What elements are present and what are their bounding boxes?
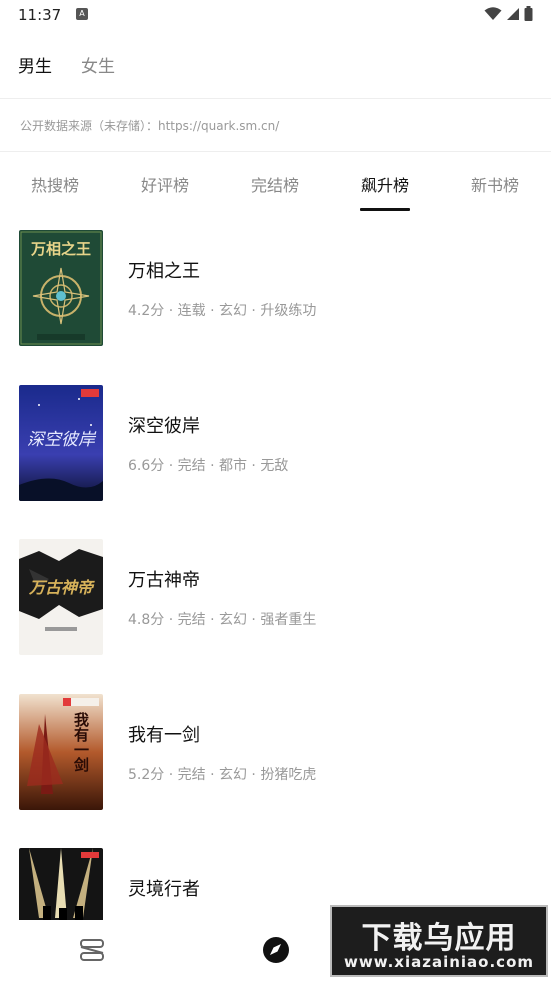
battery-icon <box>524 6 533 21</box>
book-cover: 万古神帝 <box>19 539 103 655</box>
tab-completed[interactable]: 完结榜 <box>235 172 315 196</box>
status-bar: 11:37 A <box>0 0 551 30</box>
book-title: 我有一剑 <box>128 725 200 746</box>
book-item[interactable]: 万古神帝 万古神帝 4.8分 · 完结 · 玄幻 · 强者重生 <box>0 521 551 675</box>
signal-icon <box>507 7 519 20</box>
watermark-url-text: www.xiazainiao.com <box>343 953 535 971</box>
data-source-note: 公开数据来源（未存储）：https://quark.sm.cn/ <box>20 119 280 133</box>
tab-new-books[interactable]: 新书榜 <box>455 172 535 196</box>
cover-title-text: 深空彼岸 <box>27 430 97 450</box>
book-meta: 6.6分 · 完结 · 都市 · 无敌 <box>128 458 289 474</box>
book-title: 灵境行者 <box>128 879 200 900</box>
book-meta: 4.8分 · 完结 · 玄幻 · 强者重生 <box>128 612 317 628</box>
book-item[interactable]: 深空彼岸 深空彼岸 6.6分 · 完结 · 都市 · 无敌 <box>0 367 551 521</box>
bookshelf-icon[interactable] <box>78 936 106 964</box>
book-item[interactable]: 我有一剑 我有一剑 5.2分 · 完结 · 玄幻 · 扮猪吃虎 <box>0 676 551 830</box>
tab-rising[interactable]: 飙升榜 <box>345 172 425 196</box>
cover-title-text: 万古神帝 <box>28 578 95 597</box>
book-cover: 万相之王 <box>19 230 103 346</box>
book-meta: 4.2分 · 连载 · 玄幻 · 升级练功 <box>128 303 317 319</box>
cover-title-text: 万相之王 <box>30 240 91 258</box>
app-notification-icon: A <box>76 8 88 20</box>
book-title: 万相之王 <box>128 261 200 282</box>
divider <box>0 98 551 99</box>
book-title: 深空彼岸 <box>128 416 200 437</box>
book-title: 万古神帝 <box>128 570 200 591</box>
ranking-tabs: 热搜榜 好评榜 完结榜 飙升榜 新书榜 <box>0 152 551 212</box>
tab-hot-search[interactable]: 热搜榜 <box>15 172 95 196</box>
book-cover: 我有一剑 <box>19 694 103 810</box>
book-item[interactable]: 万相之王 万相之王 4.2分 · 连载 · 玄幻 · 升级练功 <box>0 212 551 366</box>
status-time: 11:37 <box>18 6 62 24</box>
cover-title-text: 我有一剑 <box>72 711 90 773</box>
tab-male[interactable]: 男生 <box>18 52 52 77</box>
gender-tabs: 男生 女生 <box>0 40 551 90</box>
watermark-top-text: 下载乌应用 <box>361 921 517 956</box>
watermark-logo: 下载乌应用 www.xiazainiao.com <box>330 905 548 977</box>
status-indicators <box>484 6 533 21</box>
active-tab-indicator <box>360 208 410 211</box>
compass-icon[interactable] <box>262 936 290 964</box>
book-cover: 深空彼岸 <box>19 385 103 501</box>
book-meta: 5.2分 · 完结 · 玄幻 · 扮猪吃虎 <box>128 767 317 783</box>
book-cover <box>19 848 103 920</box>
tab-top-rated[interactable]: 好评榜 <box>125 172 205 196</box>
tab-female[interactable]: 女生 <box>81 52 115 77</box>
wifi-icon <box>484 6 502 20</box>
